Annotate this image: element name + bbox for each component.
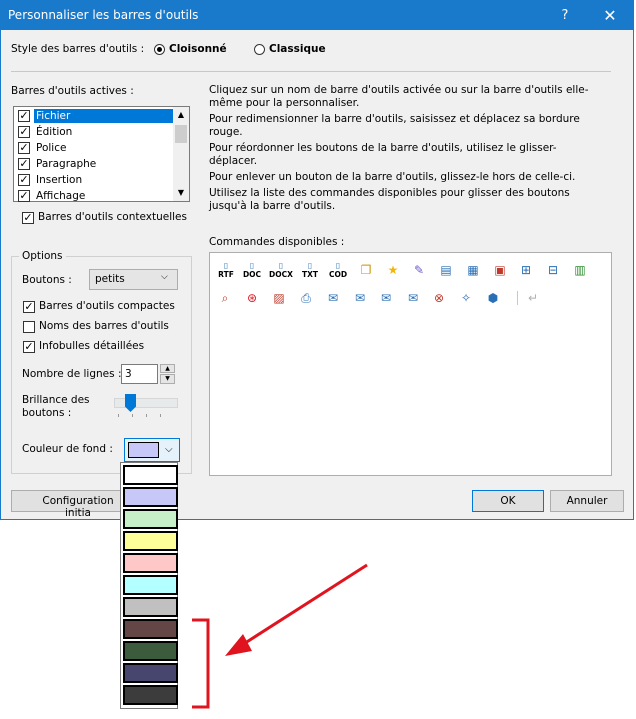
red-arrow	[241, 563, 368, 647]
annotation-overlay	[192, 563, 368, 709]
red-arrowhead	[225, 634, 252, 656]
red-bracket	[192, 618, 210, 709]
